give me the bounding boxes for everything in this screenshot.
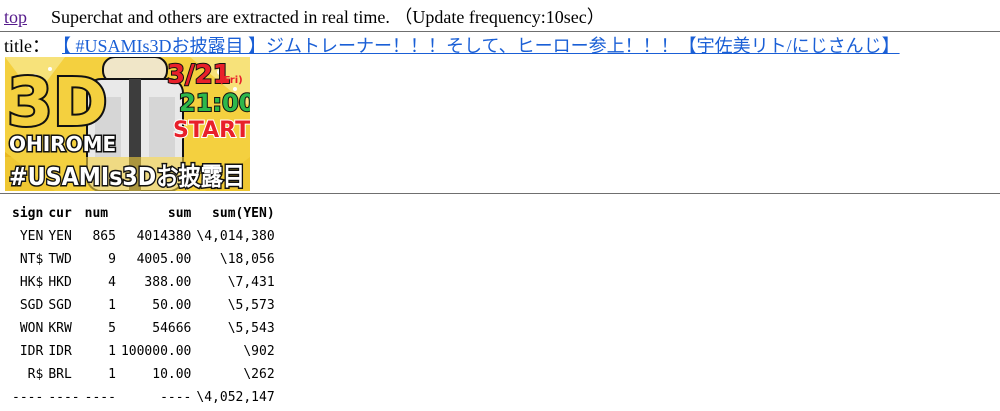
cell-cur: YEN [48,229,72,244]
table-row: SGD SGD 1 50.00 \5,573 [12,294,280,317]
cell-num: 865 [92,229,116,244]
table-row: HK$ HKD 4 388.00 \7,431 [12,271,280,294]
jacket-panel [149,97,175,157]
cell-sign: NT$ [19,252,44,267]
stream-thumbnail[interactable]: 3D OHIROME 3/21 (Fri) 21:00 START #USAMI… [5,57,250,191]
cell-sum: 4014380 [136,229,192,244]
table-header-row: sign cur num sum sum(YEN) [12,202,280,225]
cell-sign: IDR [19,344,44,359]
cell-num: 9 [108,252,116,267]
cell-sum-yen: \902 [243,344,275,359]
title-line: title： 【 #USAMIs3Dお披露目 】ジムトレーナー！！！そして、ヒーロ… [4,35,998,57]
cell-num: 5 [108,321,116,336]
cell-cur: SGD [48,298,72,313]
thumb-hashtag-text: #USAMIs3Dお披露目 [9,162,245,191]
column-header-cur: cur [48,206,72,221]
cell-sum: 10.00 [152,367,192,382]
column-header-sum: sum [167,206,192,221]
divider-top [0,31,1000,32]
cell-sum: 50.00 [152,298,192,313]
top-link[interactable]: top [4,7,27,27]
divider-bottom [0,193,1000,194]
table-total-row: ---- ---- ---- ---- \4,052,147 [12,386,280,409]
cell-sum-yen: \5,543 [227,321,275,336]
cell-num: 4 [108,275,116,290]
column-header-num: num [84,206,109,221]
table-row: NT$ TWD 9 4005.00 \18,056 [12,248,280,271]
thumb-weekday-text: (Fri) [219,75,243,86]
cell-cur: BRL [48,367,72,382]
cell-sum: 100000.00 [120,344,192,359]
column-header-sum-yen: sum(YEN) [212,206,275,221]
cell-cur: TWD [48,252,72,267]
cell-num: 1 [108,298,116,313]
cell-sign: R$ [27,367,44,382]
header-bar: top Superchat and others are extracted in… [4,5,994,29]
footer-separator: ---- [160,390,192,405]
cell-sum-yen: \18,056 [219,252,275,267]
thumb-start-text: START [173,118,250,143]
column-header-sign: sign [12,206,44,221]
cell-num: 1 [108,344,116,359]
footer-separator: ---- [84,390,116,405]
thumbnail-graphic: 3D OHIROME 3/21 (Fri) 21:00 START #USAMI… [5,57,250,191]
thumb-3d-text: 3D [7,64,108,141]
cell-sum-yen: \4,014,380 [196,229,275,244]
cell-sign: WON [19,321,44,336]
cell-cur: KRW [48,321,72,336]
table-row: WON KRW 5 54666 \5,543 [12,317,280,340]
thumb-time-text: 21:00 [179,89,250,117]
cell-sum: 388.00 [144,275,192,290]
table-row: IDR IDR 1 100000.00 \902 [12,340,280,363]
thumb-subtitle-text: OHIROME [9,132,116,156]
table-row: R$ BRL 1 10.00 \262 [12,363,280,386]
cell-sum: 4005.00 [136,252,192,267]
cell-sum: 54666 [152,321,192,336]
cell-sign: YEN [19,229,44,244]
stream-title-link[interactable]: 【 #USAMIs3Dお披露目 】ジムトレーナー！！！そして、ヒーロー参上！！！… [62,36,900,56]
cell-num: 1 [108,367,116,382]
cell-cur: IDR [48,344,72,359]
total-sum-yen: \4,052,147 [196,390,275,405]
footer-separator: ---- [12,390,44,405]
cell-sum-yen: \5,573 [227,298,275,313]
cell-sum-yen: \262 [243,367,275,382]
cell-sign: SGD [19,298,44,313]
title-label: title： [4,36,50,56]
footer-separator: ---- [48,390,80,405]
cell-sum-yen: \7,431 [227,275,275,290]
table-row: YEN YEN 865 4014380 \4,014,380 [12,225,280,248]
cell-cur: HKD [48,275,72,290]
cell-sign: HK$ [19,275,44,290]
update-description: Superchat and others are extracted in re… [51,7,605,27]
superchat-summary-table: sign cur num sum sum(YEN) YEN YEN 865 40… [12,202,280,409]
